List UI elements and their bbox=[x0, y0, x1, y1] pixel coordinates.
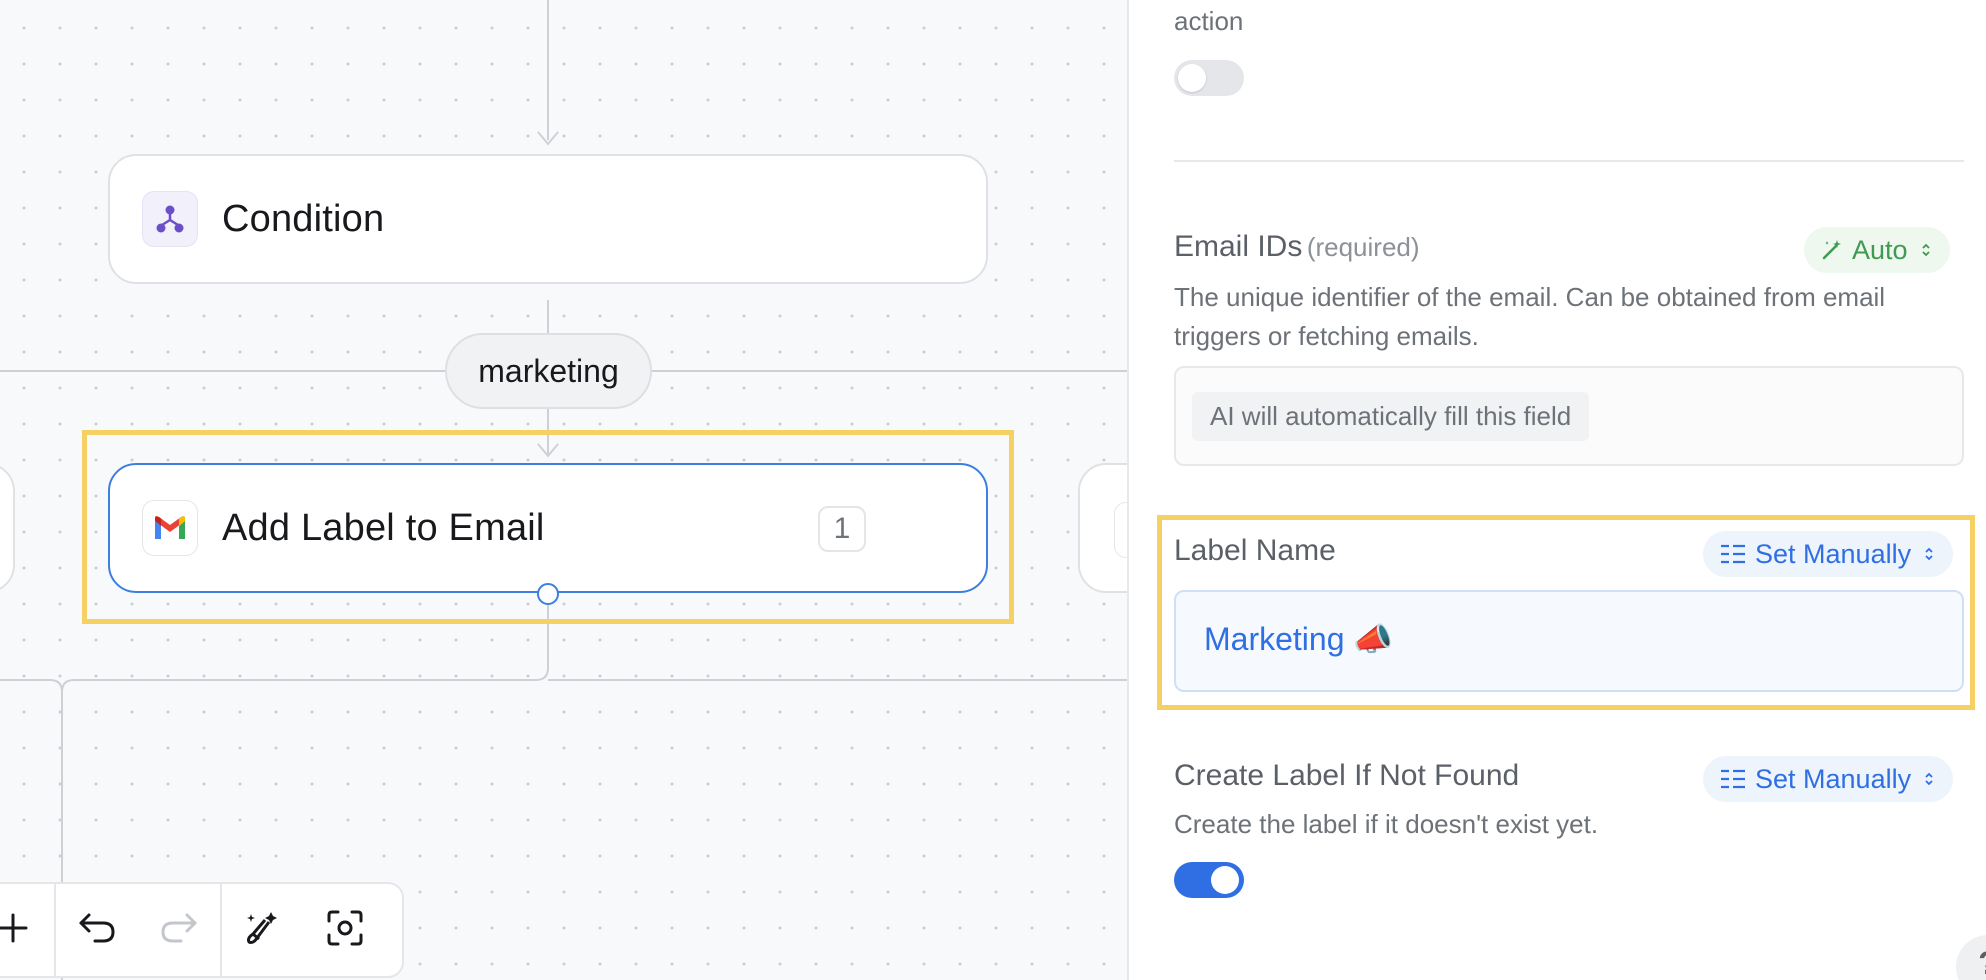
step-count-badge: 1 bbox=[818, 506, 866, 552]
add-node-button[interactable] bbox=[0, 890, 54, 970]
create-label-mode-select[interactable]: Set Manually bbox=[1703, 756, 1954, 802]
chevron-up-down-icon bbox=[1923, 545, 1935, 563]
condition-node[interactable]: Condition bbox=[108, 154, 988, 284]
magic-wand-icon bbox=[1820, 238, 1844, 262]
ai-autofill-chip: AI will automatically fill this field bbox=[1192, 392, 1590, 441]
action-toggle[interactable] bbox=[1174, 60, 1244, 96]
canvas-toolbar bbox=[0, 882, 404, 978]
plus-icon bbox=[0, 911, 30, 950]
sibling-node-left[interactable] bbox=[0, 463, 15, 593]
focus-icon bbox=[326, 909, 364, 952]
action-label: action bbox=[1174, 6, 1244, 36]
email-ids-mode-select[interactable]: Auto bbox=[1804, 227, 1950, 273]
label-name-mode-select[interactable]: Set Manually bbox=[1703, 531, 1954, 577]
node-output-handle[interactable] bbox=[537, 583, 559, 605]
toggle-knob bbox=[1178, 64, 1206, 92]
section-divider bbox=[1174, 160, 1964, 162]
create-label-mode-value: Set Manually bbox=[1755, 763, 1912, 794]
magic-clean-icon bbox=[243, 908, 283, 953]
chevron-up-down-icon bbox=[1923, 770, 1935, 788]
add-label-node[interactable]: Add Label to Email 1 bbox=[108, 463, 988, 593]
email-ids-field[interactable]: AI will automatically fill this field bbox=[1174, 366, 1964, 466]
branch-icon bbox=[142, 191, 198, 247]
label-name-label: Label Name bbox=[1174, 534, 1336, 567]
workflow-canvas[interactable]: Condition marketing Add Label to Email 1 bbox=[0, 0, 1127, 980]
email-ids-description: The unique identifier of the email. Can … bbox=[1174, 282, 1886, 351]
label-name-value: Marketing 📣 bbox=[1204, 621, 1394, 657]
chevron-up-down-icon bbox=[1920, 241, 1932, 259]
email-ids-label: Email IDs bbox=[1174, 230, 1303, 263]
label-name-input[interactable]: Marketing 📣 bbox=[1174, 590, 1964, 692]
create-label-description: Create the label if it doesn't exist yet… bbox=[1174, 809, 1599, 839]
create-label-toggle[interactable] bbox=[1174, 862, 1244, 898]
undo-icon bbox=[77, 911, 117, 950]
branch-label-marketing[interactable]: marketing bbox=[445, 333, 652, 409]
fit-view-button[interactable] bbox=[304, 890, 386, 970]
redo-button[interactable] bbox=[138, 890, 220, 970]
toggle-knob bbox=[1211, 866, 1239, 894]
required-tag: (required) bbox=[1306, 232, 1420, 262]
list-icon bbox=[1719, 542, 1747, 566]
properties-panel: action Email IDs (required) Auto The uni… bbox=[1127, 0, 1986, 980]
email-ids-label-row: Email IDs (required) bbox=[1174, 230, 1420, 264]
label-name-mode-value: Set Manually bbox=[1755, 538, 1912, 569]
redo-icon bbox=[159, 911, 199, 950]
condition-node-title: Condition bbox=[222, 197, 385, 240]
list-icon bbox=[1719, 767, 1747, 791]
create-label-label: Create Label If Not Found bbox=[1174, 759, 1520, 792]
undo-button[interactable] bbox=[56, 890, 138, 970]
sibling-node-right[interactable] bbox=[1078, 463, 1127, 593]
gmail-icon bbox=[1114, 502, 1127, 558]
email-ids-mode-value: Auto bbox=[1852, 234, 1908, 265]
help-button[interactable]: ? bbox=[1956, 935, 1986, 980]
tidy-up-button[interactable] bbox=[222, 890, 304, 970]
gmail-icon bbox=[142, 500, 198, 556]
add-label-node-title: Add Label to Email bbox=[222, 506, 545, 549]
